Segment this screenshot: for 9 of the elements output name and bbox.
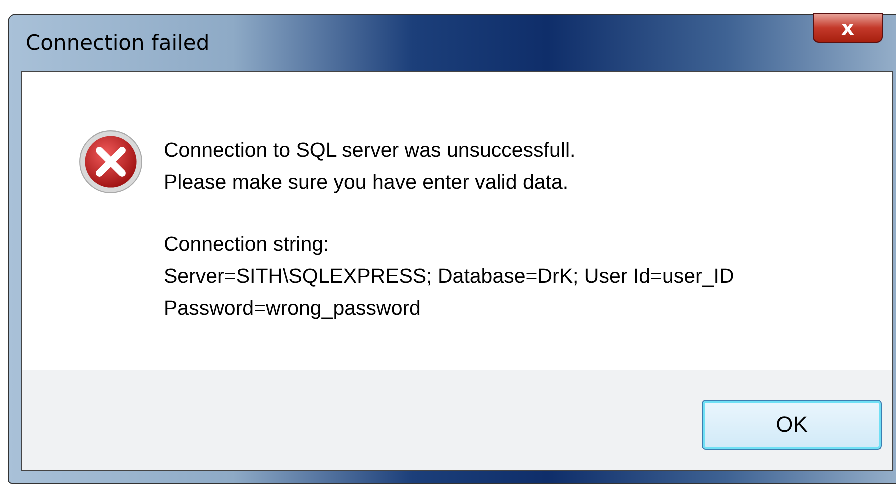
message-text: Connection to SQL server was unsuccessfull. bbox=[164, 138, 577, 164]
close-button[interactable]: x bbox=[813, 13, 883, 43]
message-text: Please make sure you have enter valid data. bbox=[164, 170, 570, 196]
connection-string-text: Password=wrong_password bbox=[164, 296, 422, 322]
connection-string-text: Server=SITH\SQLEXPRESS; Database=DrK; User Id=user_ID bbox=[164, 264, 734, 290]
window-title: Connection failed bbox=[25, 31, 210, 55]
error-icon bbox=[78, 129, 144, 195]
ok-button[interactable]: OK bbox=[702, 400, 882, 450]
connection-string-text: Connection string: bbox=[164, 232, 330, 258]
